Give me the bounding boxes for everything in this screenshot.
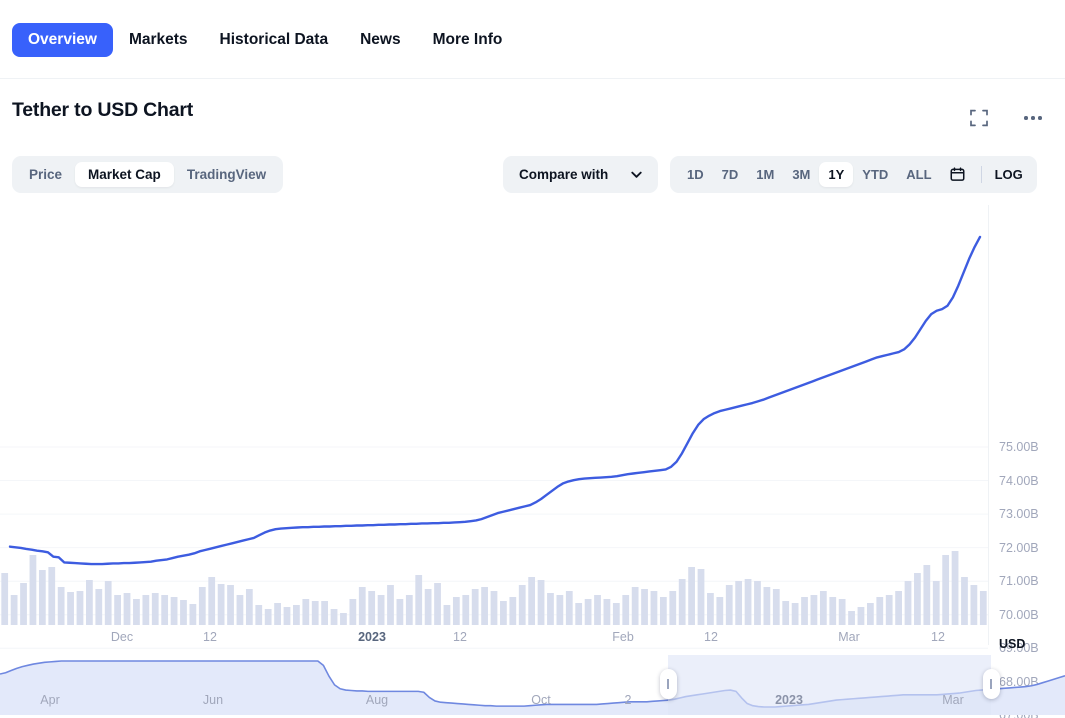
chart-type-tradingview[interactable]: TradingView (174, 162, 279, 188)
range-1y[interactable]: 1Y (819, 162, 854, 187)
chart-plot[interactable]: CoinMarketCap Dec12202312Feb12Mar12 (0, 205, 988, 655)
chart-type-price[interactable]: Price (16, 162, 75, 188)
nav-tab-news[interactable]: News (344, 23, 417, 57)
x-axis-tick: 2023 (358, 630, 386, 644)
page-title: Tether to USD Chart (12, 99, 194, 121)
chart-area: CoinMarketCap Dec12202312Feb12Mar12 75.0… (0, 205, 1065, 718)
dot (1024, 116, 1028, 120)
log-scale-toggle[interactable]: LOG (989, 161, 1029, 188)
chart-type-market-cap[interactable]: Market Cap (75, 161, 174, 188)
primary-nav: Overview Markets Historical Data News More I… (0, 0, 1065, 79)
compare-with-label: Compare with (519, 167, 609, 182)
fullscreen-expand-icon[interactable] (968, 107, 990, 129)
toolbar-divider (980, 166, 982, 183)
y-axis-tick: 74.00B (999, 473, 1039, 488)
navigator-handle-right[interactable] (982, 669, 1000, 699)
range-all[interactable]: ALL (897, 162, 940, 187)
x-axis-tick: Dec (110, 630, 134, 644)
chart-type-segmented-control: Price Market Cap TradingView (12, 156, 284, 193)
y-axis-tick: 71.00B (999, 574, 1039, 589)
nav-tab-more-info[interactable]: More Info (417, 23, 519, 57)
more-options-icon[interactable] (1020, 107, 1046, 129)
nav-tab-list: Overview Markets Historical Data News More I… (12, 23, 518, 57)
dot (1031, 116, 1035, 120)
range-ytd[interactable]: YTD (853, 162, 897, 187)
nav-tab-markets[interactable]: Markets (113, 23, 204, 57)
y-axis-tick: 73.00B (999, 507, 1039, 522)
y-axis-tick: 72.00B (999, 540, 1039, 555)
compare-with-dropdown[interactable]: Compare with (503, 156, 658, 193)
y-axis-tick: 75.00B (999, 440, 1039, 454)
x-axis-tick: Feb (612, 630, 634, 644)
y-axis-tick: 70.00B (999, 607, 1039, 622)
chevron-down-icon (629, 167, 644, 182)
nav-tab-historical-data[interactable]: Historical Data (204, 23, 345, 57)
range-7d[interactable]: 7D (713, 162, 748, 187)
range-navigator[interactable]: Apr Jun Aug Oct 2 2023 Mar (0, 655, 1065, 718)
range-button-list: 1D 7D 1M 3M 1Y YTD ALL (678, 162, 941, 187)
y-axis-labels: 75.00B 74.00B 73.00B 72.00B 71.00B 70.00B 69.0… (999, 205, 1065, 718)
x-axis-tick: 12 (203, 630, 217, 644)
dot (1038, 116, 1042, 120)
y-axis-unit-label: USD (999, 637, 1026, 651)
x-axis-tick: 12 (453, 630, 467, 644)
navigator-selection[interactable] (668, 655, 991, 715)
x-axis-labels: Dec 12 2023 12 Feb 12 Mar 12 (0, 205, 988, 655)
x-axis-tick: 12 (931, 630, 945, 644)
calendar-icon[interactable] (941, 162, 974, 187)
nav-tab-overview[interactable]: Overview (12, 23, 113, 57)
range-1m[interactable]: 1M (747, 162, 783, 187)
y-axis-separator (988, 205, 989, 645)
x-axis-tick: 12 (704, 630, 718, 644)
x-axis-tick: Mar (838, 630, 860, 644)
coinmarketcap-chart-page: Overview Markets Historical Data News More I… (0, 0, 1065, 718)
navigator-handle-left[interactable] (659, 669, 677, 699)
range-3m[interactable]: 3M (783, 162, 819, 187)
range-1d[interactable]: 1D (678, 162, 713, 187)
time-range-selector: 1D 7D 1M 3M 1Y YTD ALL LOG (670, 156, 1037, 193)
